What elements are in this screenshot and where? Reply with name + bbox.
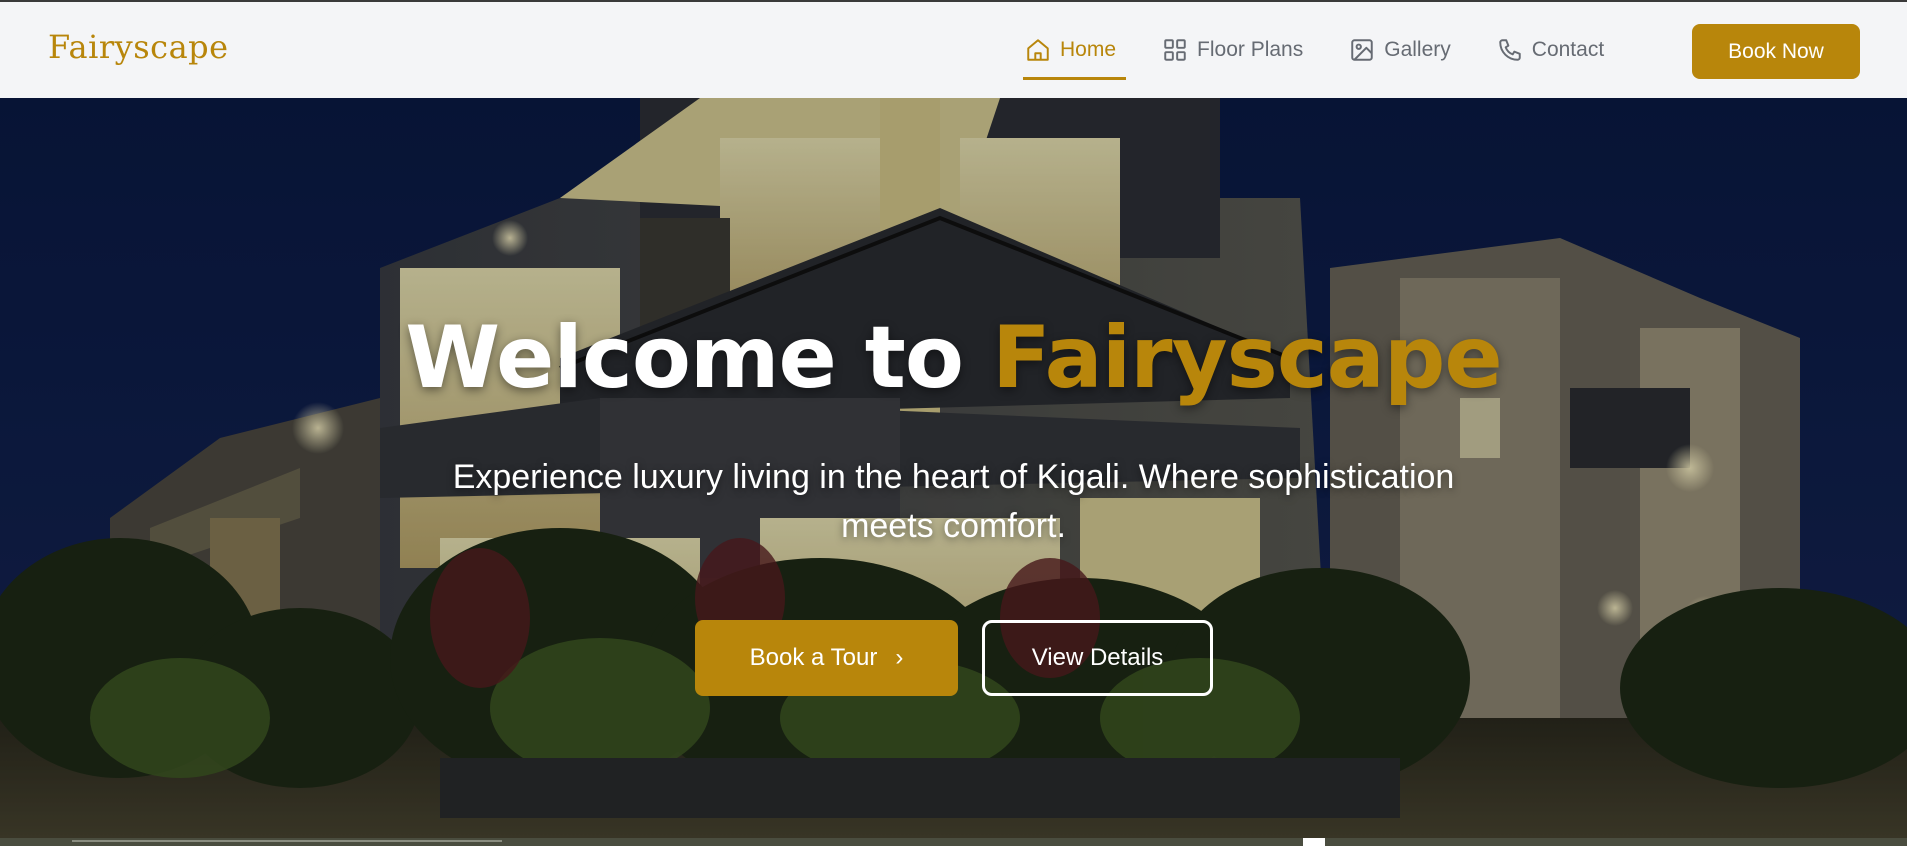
hero-subtitle: Experience luxury living in the heart of…	[452, 458, 1455, 545]
home-icon	[1027, 39, 1049, 61]
main-nav: Home Floor Plans Gallery Contact	[1022, 2, 1650, 98]
nav-item-floor-plans[interactable]: Floor Plans	[1162, 28, 1303, 72]
strip-marker	[1303, 838, 1325, 846]
nav-item-contact[interactable]: Contact	[1497, 28, 1604, 72]
book-a-tour-button[interactable]: Book a Tour ›	[695, 620, 958, 696]
book-now-button[interactable]: Book Now	[1692, 24, 1860, 79]
chevron-right-icon: ›	[895, 644, 904, 671]
nav-label: Gallery	[1384, 38, 1451, 61]
book-a-tour-label: Book a Tour	[749, 644, 878, 671]
top-border	[0, 0, 1907, 2]
brand-logo[interactable]: Fairyscape	[48, 28, 229, 66]
image-icon	[1351, 39, 1373, 61]
phone-icon	[1499, 39, 1521, 61]
nav-label: Contact	[1531, 38, 1605, 61]
hero-title-accent: Fairyscape	[991, 308, 1503, 408]
nav-item-home[interactable]: Home	[1022, 28, 1127, 80]
bottom-strip	[0, 838, 1907, 846]
site-header: Fairyscape Home Floor Plans Gallery Cont…	[0, 2, 1907, 98]
hero-section: Welcome to Fairyscape Experience luxury …	[0, 98, 1907, 846]
nav-item-gallery[interactable]: Gallery	[1349, 28, 1451, 72]
nav-label: Floor Plans	[1197, 38, 1304, 61]
hero-title-prefix: Welcome to	[405, 308, 964, 408]
strip-segment	[72, 840, 502, 846]
grid-icon	[1164, 39, 1186, 61]
hero-title: Welcome to Fairyscape	[0, 308, 1907, 408]
nav-label: Home	[1060, 38, 1117, 61]
view-details-button[interactable]: View Details	[982, 620, 1213, 696]
